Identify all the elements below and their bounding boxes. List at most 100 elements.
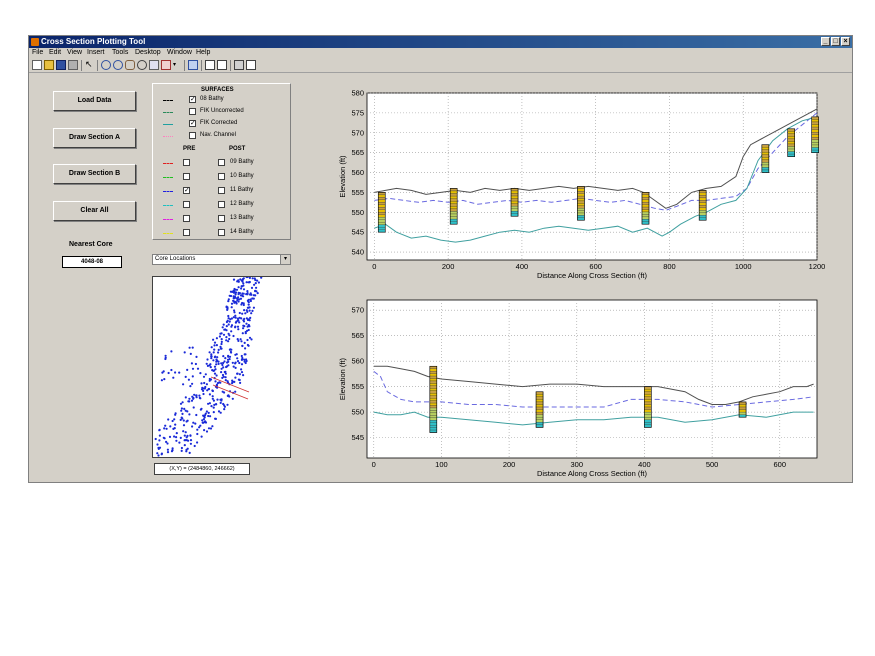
- core-point: [213, 341, 217, 344]
- pre-09-bathy-checkbox[interactable]: [183, 159, 190, 166]
- core-log[interactable]: [510, 188, 519, 217]
- menu-file[interactable]: File: [32, 48, 43, 58]
- core-log[interactable]: [787, 128, 795, 157]
- show-tools-icon[interactable]: [246, 60, 256, 70]
- draw-section-a-button[interactable]: Draw Section A: [53, 128, 136, 148]
- core-log[interactable]: [811, 116, 819, 153]
- core-point: [209, 427, 213, 430]
- core-point: [247, 301, 250, 304]
- core-segment: [761, 144, 770, 148]
- pre-10-bathy-checkbox[interactable]: [183, 173, 190, 180]
- menu-window[interactable]: Window: [167, 48, 192, 58]
- core-segment: [761, 152, 770, 155]
- pan-icon[interactable]: [125, 60, 135, 70]
- core-point: [154, 437, 157, 441]
- core-log[interactable]: [644, 386, 652, 428]
- core-point: [215, 337, 218, 340]
- brush-icon[interactable]: [161, 60, 171, 70]
- zoom-in-icon[interactable]: [101, 60, 111, 70]
- surface-08-bathy-checkbox[interactable]: ✓: [189, 96, 196, 103]
- core-log[interactable]: [449, 188, 458, 225]
- post-12-bathy-checkbox[interactable]: [218, 201, 225, 208]
- core-log[interactable]: [577, 186, 585, 221]
- post-14-bathy-checkbox[interactable]: [218, 229, 225, 236]
- menu-desktop[interactable]: Desktop: [135, 48, 161, 58]
- surface-fik-corrected-checkbox[interactable]: ✓: [189, 120, 196, 127]
- core-point: [210, 355, 213, 358]
- close-button[interactable]: ×: [841, 37, 850, 46]
- pre-14-bathy-checkbox[interactable]: [183, 229, 190, 236]
- cross-section-a-chart[interactable]: 0 200 400 600 800 1000 1200 540 545 550 555 560 565 5…: [319, 81, 839, 291]
- maximize-button[interactable]: □: [831, 37, 840, 46]
- core-point: [220, 338, 223, 341]
- post-13-bathy-checkbox[interactable]: [218, 215, 225, 222]
- surface-fik-uncorrected-checkbox[interactable]: [189, 108, 196, 115]
- save-icon[interactable]: [56, 60, 66, 70]
- core-point: [205, 362, 208, 365]
- new-file-icon[interactable]: [32, 60, 42, 70]
- core-log[interactable]: [738, 401, 747, 418]
- core-point: [215, 344, 218, 347]
- chevron-down-icon[interactable]: ▾: [173, 60, 183, 70]
- menu-help[interactable]: Help: [196, 48, 210, 58]
- core-point: [246, 343, 249, 347]
- core-point: [244, 347, 247, 350]
- core-locations-dropdown[interactable]: Core Locations ▾: [152, 254, 291, 265]
- post-10-bathy-checkbox[interactable]: [218, 173, 225, 180]
- core-point: [235, 320, 238, 323]
- surface-nav-channel-checkbox[interactable]: [189, 132, 196, 139]
- core-log[interactable]: [761, 144, 770, 173]
- pre-13-bathy-checkbox[interactable]: [183, 215, 190, 222]
- post-header: POST: [229, 146, 246, 152]
- link-plot-icon[interactable]: [188, 60, 198, 70]
- pre-11-bathy-checkbox[interactable]: ✓: [183, 187, 190, 194]
- legend-swatch: [163, 205, 173, 206]
- chevron-down-icon[interactable]: ▾: [280, 255, 290, 264]
- core-point: [226, 380, 229, 383]
- data-cursor-icon[interactable]: [149, 60, 159, 70]
- pointer-icon[interactable]: ↖: [85, 60, 95, 70]
- core-location-map[interactable]: [152, 275, 291, 458]
- core-point: [222, 323, 225, 326]
- menu-insert[interactable]: Insert: [87, 48, 105, 58]
- core-log[interactable]: [698, 190, 707, 221]
- core-segment: [738, 414, 747, 418]
- rotate-icon[interactable]: [137, 60, 147, 70]
- legend-icon[interactable]: [217, 60, 227, 70]
- core-log[interactable]: [429, 365, 438, 433]
- menu-view[interactable]: View: [67, 48, 82, 58]
- core-point: [190, 399, 194, 402]
- map-canvas[interactable]: [153, 275, 290, 457]
- draw-section-b-button[interactable]: Draw Section B: [53, 164, 136, 184]
- pre-12-bathy-checkbox[interactable]: [183, 201, 190, 208]
- core-log[interactable]: [377, 192, 386, 233]
- load-data-button[interactable]: Load Data: [53, 91, 136, 111]
- core-point: [231, 397, 234, 400]
- open-folder-icon[interactable]: [44, 60, 54, 70]
- core-point: [227, 323, 230, 326]
- print-icon[interactable]: [68, 60, 78, 70]
- core-point: [240, 371, 244, 374]
- zoom-out-icon[interactable]: [113, 60, 123, 70]
- clear-all-button[interactable]: Clear All: [53, 201, 136, 221]
- core-point: [237, 286, 240, 289]
- core-log[interactable]: [535, 391, 544, 428]
- colorbar-icon[interactable]: [205, 60, 215, 70]
- post-11-bathy-checkbox[interactable]: [218, 187, 225, 194]
- menu-edit[interactable]: Edit: [49, 48, 61, 58]
- core-segment: [699, 202, 707, 206]
- core-point: [193, 393, 196, 396]
- menu-tools[interactable]: Tools: [112, 48, 128, 58]
- core-point: [221, 373, 225, 377]
- cross-section-b-chart[interactable]: 0 100 200 300 400 500 600 545 550 555 560 565 570 Dis…: [319, 290, 839, 482]
- core-point: [206, 389, 209, 392]
- core-segment: [429, 388, 437, 391]
- core-point: [200, 382, 203, 385]
- y-tick-label: 575: [351, 108, 364, 117]
- core-point: [169, 425, 172, 428]
- core-segment: [641, 199, 650, 203]
- hide-tools-icon[interactable]: [234, 60, 244, 70]
- core-log[interactable]: [641, 192, 650, 225]
- post-09-bathy-checkbox[interactable]: [218, 159, 225, 166]
- minimize-button[interactable]: _: [821, 37, 830, 46]
